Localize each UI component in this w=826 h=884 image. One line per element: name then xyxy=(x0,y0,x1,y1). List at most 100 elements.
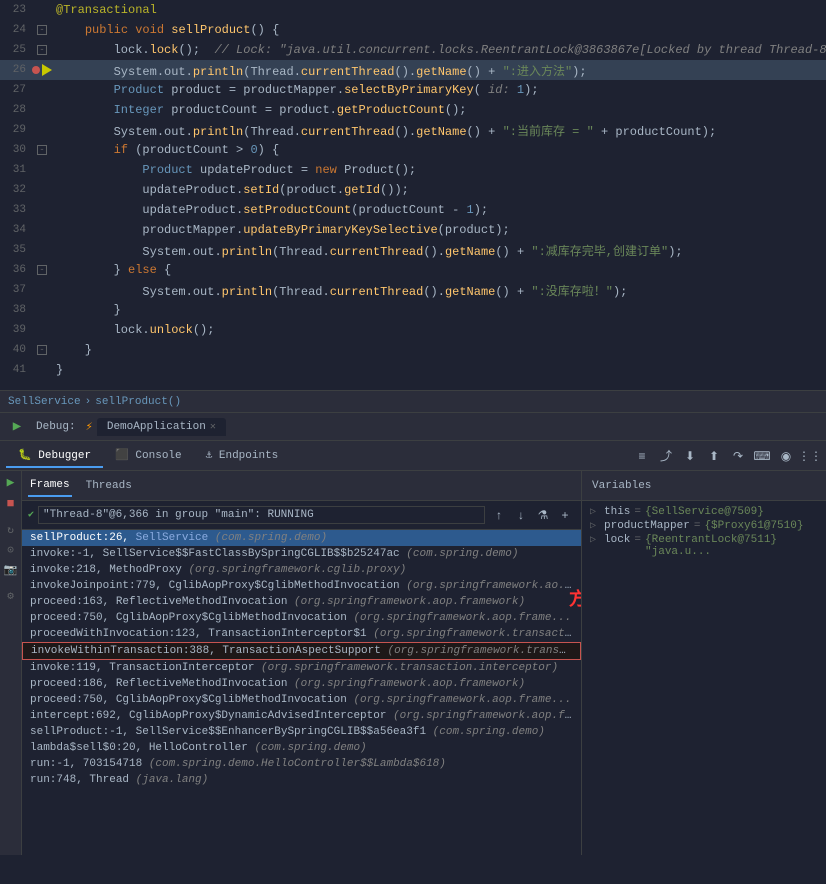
frame-text-10: proceed:750, CglibAopProxy$CglibMethodIn… xyxy=(30,694,571,706)
stack-frame-14[interactable]: run:-1, 703154718 (com.spring.demo.Hello… xyxy=(22,756,581,772)
line-content-29: System.out.println(Thread.currentThread(… xyxy=(52,122,826,139)
var-name-lock: lock xyxy=(604,534,630,546)
line-content-27: Product product = productMapper.selectBy… xyxy=(52,83,826,97)
tab-threads[interactable]: Threads xyxy=(84,476,134,496)
run-cursor-icon[interactable]: ↷ xyxy=(728,446,748,466)
tab-frames[interactable]: Frames xyxy=(28,475,72,497)
camera-btn[interactable]: 📷 xyxy=(4,563,18,577)
thread-down-btn[interactable]: ↓ xyxy=(511,505,531,525)
step-over-icon[interactable]: ⤴ xyxy=(656,446,676,466)
debug-app-tab[interactable]: DemoApplication ✕ xyxy=(97,418,226,436)
thread-nav-btns: ↑ ↓ ⚗ + xyxy=(489,505,575,525)
debug-controls: ≡ ⤴ ⬇ ⬆ ↷ ⌨ ◉ ⋮⋮ xyxy=(632,446,820,466)
frame-text-7: invokeWithinTransaction:388, Transaction… xyxy=(31,645,581,657)
stack-frame-8[interactable]: invoke:119, TransactionInterceptor (org.… xyxy=(22,660,581,676)
thread-filter-btn[interactable]: ⚗ xyxy=(533,505,553,525)
stack-frame-11[interactable]: intercept:692, CglibAopProxy$DynamicAdvi… xyxy=(22,708,581,724)
tab-debugger[interactable]: 🐛 Debugger xyxy=(6,444,103,468)
code-line-28: 28 Integer productCount = product.getPro… xyxy=(0,100,826,120)
endpoints-icon: ⚓ xyxy=(206,450,213,462)
stack-frame-0[interactable]: sellProduct:26, SellService (com.spring.… xyxy=(22,530,581,546)
thread-status-icon: ✔ xyxy=(28,509,34,521)
breadcrumb-separator: › xyxy=(85,396,92,408)
stack-frame-1[interactable]: invoke:-1, SellService$$FastClassBySprin… xyxy=(22,546,581,562)
code-line-41: 41 } xyxy=(0,360,826,380)
stop-btn[interactable]: ■ xyxy=(7,496,15,511)
main-wrapper: 23 @Transactional 24 - public void sellP… xyxy=(0,0,826,884)
gutter-30[interactable]: - xyxy=(32,145,52,155)
stack-frame-4[interactable]: proceed:163, ReflectiveMethodInvocation … xyxy=(22,594,581,610)
stack-frame-10[interactable]: proceed:750, CglibAopProxy$CglibMethodIn… xyxy=(22,692,581,708)
thread-up-btn[interactable]: ↑ xyxy=(489,505,509,525)
fold-icon-30[interactable]: - xyxy=(37,145,47,155)
var-name-this: this xyxy=(604,506,630,518)
more-options-icon[interactable]: ⋮⋮ xyxy=(800,446,820,466)
stack-frame-2[interactable]: invoke:218, MethodProxy (org.springframe… xyxy=(22,562,581,578)
tab-console[interactable]: ⬛ Console xyxy=(103,444,194,468)
resume-icon[interactable]: ▶ xyxy=(8,418,26,436)
settings-icon[interactable]: ≡ xyxy=(632,446,652,466)
thread-selector-dropdown[interactable]: "Thread-8"@6,366 in group "main": RUNNIN… xyxy=(38,506,485,524)
step-into-icon[interactable]: ⬇ xyxy=(680,446,700,466)
fold-icon-24[interactable]: - xyxy=(37,25,47,35)
fold-icon-40[interactable]: - xyxy=(37,345,47,355)
evaluate-icon[interactable]: ⌨ xyxy=(752,446,772,466)
line-num-25: 25 xyxy=(0,44,32,56)
rerun-btn[interactable]: ↻ xyxy=(7,523,14,537)
line-content-25: lock.lock(); // Lock: "java.util.concurr… xyxy=(52,43,826,57)
mute-breakpoints-icon[interactable]: ◉ xyxy=(776,446,796,466)
code-lines: 23 @Transactional 24 - public void sellP… xyxy=(0,0,826,380)
line-num-34: 34 xyxy=(0,224,32,236)
variables-header: Variables xyxy=(582,471,826,501)
frame-text-13: lambda$sell$0:20, HelloController (com.s… xyxy=(30,742,367,754)
line-num-36: 36 xyxy=(0,264,32,276)
code-line-25: 25 - lock.lock(); // Lock: "java.util.co… xyxy=(0,40,826,60)
gutter-25[interactable]: - xyxy=(32,45,52,55)
fold-icon-36[interactable]: - xyxy=(37,265,47,275)
stack-frame-3[interactable]: invokeJoinpoint:779, CglibAopProxy$Cglib… xyxy=(22,578,581,594)
console-icon: ⬛ xyxy=(115,450,129,462)
variables-list: ▷ this = {SellService@7509} ▷ productMap… xyxy=(582,501,826,855)
gutter-36[interactable]: - xyxy=(32,265,52,275)
line-num-32: 32 xyxy=(0,184,32,196)
debug-content: ▶ ■ ↻ ⊙ 📷 ⚙ Frames Threads ✔ "Thread- xyxy=(0,471,826,855)
stack-frame-9[interactable]: proceed:186, ReflectiveMethodInvocation … xyxy=(22,676,581,692)
tab-endpoints[interactable]: ⚓ Endpoints xyxy=(194,444,291,468)
resume-btn[interactable]: ▶ xyxy=(7,475,15,490)
thread-add-btn[interactable]: + xyxy=(555,505,575,525)
frame-text-6: proceedWithInvocation:123, TransactionIn… xyxy=(30,628,581,640)
line-num-27: 27 xyxy=(0,84,32,96)
code-line-24: 24 - public void sellProduct() { xyxy=(0,20,826,40)
var-expand-productmapper[interactable]: ▷ xyxy=(590,520,600,532)
view-breakpoints-btn[interactable]: ⊙ xyxy=(7,543,14,557)
code-line-23: 23 @Transactional xyxy=(0,0,826,20)
breakpoint-26[interactable] xyxy=(32,66,40,74)
close-tab-icon[interactable]: ✕ xyxy=(210,421,216,433)
var-expand-this[interactable]: ▷ xyxy=(590,506,600,518)
stack-frame-15[interactable]: run:748, Thread (java.lang) xyxy=(22,772,581,788)
stack-frame-12[interactable]: sellProduct:-1, SellService$$EnhancerByS… xyxy=(22,724,581,740)
breadcrumb-method[interactable]: sellProduct() xyxy=(95,396,181,408)
debug-left-sidebar: ▶ ■ ↻ ⊙ 📷 ⚙ xyxy=(0,471,22,855)
line-content-37: System.out.println(Thread.currentThread(… xyxy=(52,282,826,299)
var-expand-lock[interactable]: ▷ xyxy=(590,534,600,546)
line-content-26: System.out.println(Thread.currentThread(… xyxy=(52,62,826,79)
frames-toolbar: Frames Threads xyxy=(22,471,581,501)
line-content-30: if (productCount > 0) { xyxy=(52,143,826,157)
stack-frame-7[interactable]: invokeWithinTransaction:388, Transaction… xyxy=(22,642,581,660)
debug-label: Debug: xyxy=(30,419,82,435)
gutter-24[interactable]: - xyxy=(32,25,52,35)
settings-btn[interactable]: ⚙ xyxy=(7,589,14,603)
line-num-23: 23 xyxy=(0,4,32,16)
var-eq-this: = xyxy=(634,506,641,518)
stack-frame-5[interactable]: proceed:750, CglibAopProxy$CglibMethodIn… xyxy=(22,610,581,626)
fold-icon-25[interactable]: - xyxy=(37,45,47,55)
code-line-38: 38 } xyxy=(0,300,826,320)
step-out-icon[interactable]: ⬆ xyxy=(704,446,724,466)
debugger-icon: 🐛 xyxy=(18,450,32,462)
breadcrumb-service[interactable]: SellService xyxy=(8,396,81,408)
line-num-40: 40 xyxy=(0,344,32,356)
line-num-31: 31 xyxy=(0,164,32,176)
stack-frame-6[interactable]: proceedWithInvocation:123, TransactionIn… xyxy=(22,626,581,642)
stack-frame-13[interactable]: lambda$sell$0:20, HelloController (com.s… xyxy=(22,740,581,756)
